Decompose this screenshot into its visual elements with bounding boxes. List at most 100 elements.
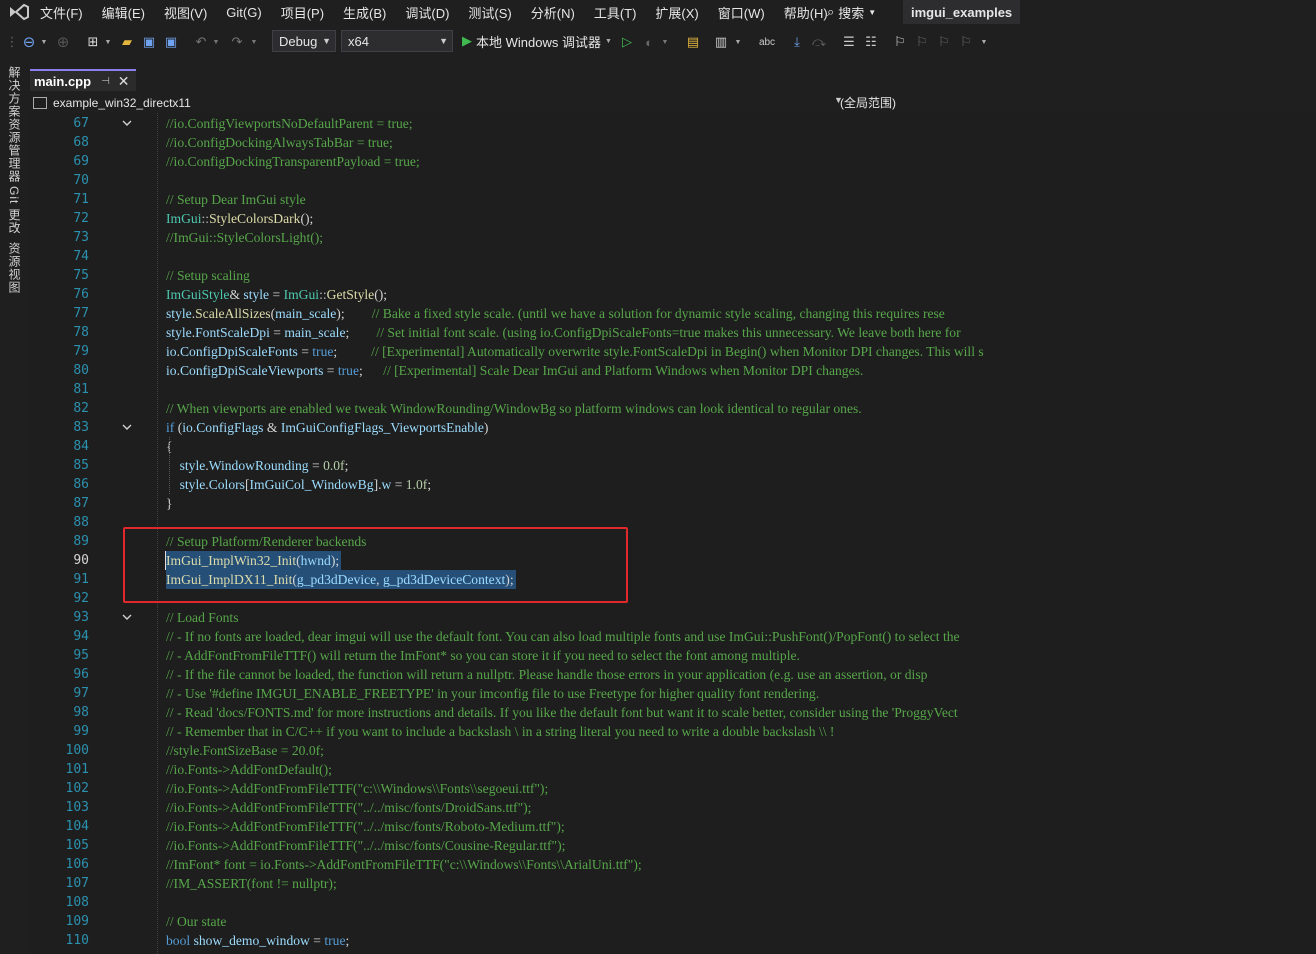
next-bookmark-icon[interactable]: ⚐ [936,33,952,51]
line-number: 101 [65,762,89,777]
document-tab-main-cpp[interactable]: main.cpp ⊣ ✕ [30,69,136,91]
open-folder-icon[interactable]: ▰ [118,33,136,51]
play-icon: ▶ [462,33,472,48]
code-token: ; [427,477,432,492]
code-line: 96 // - If the file cannot be loaded, the… [30,665,1316,684]
code-token: ImGui [283,287,320,302]
fold-chevron-icon[interactable] [122,422,132,432]
browse-folder-icon[interactable]: ▤ [684,33,702,51]
line-number: 68 [73,135,89,150]
start-debugging-label: 本地 Windows 调试器 [476,34,601,50]
code-token: //ImGui::StyleColorsLight(); [166,230,324,245]
code-text: //ImGui::StyleColorsLight(); [166,228,323,247]
visual-studio-logo-icon[interactable] [8,3,30,21]
code-text: //io.ConfigViewportsNoDefaultParent = tr… [166,114,413,133]
code-token: WindowRounding [208,458,309,473]
line-number: 81 [73,382,89,397]
code-token: = [391,477,406,492]
code-token: ); [330,553,340,568]
chevron-down-icon[interactable]: ▼ [40,33,48,51]
save-icon[interactable]: ▣ [140,33,158,51]
project-dropdown-value: example_win32_directx11 [53,95,191,110]
start-without-debugging-icon[interactable]: ▷ [619,33,635,51]
line-number: 89 [73,534,89,549]
menu-item[interactable]: Git(G) [226,5,261,20]
menu-item[interactable]: 工具(T) [594,3,637,22]
code-text: // Our state [166,912,226,931]
fold-chevron-icon[interactable] [122,118,132,128]
code-text: //io.Fonts->AddFontFromFileTTF("c:\\Wind… [166,779,548,798]
code-token: true [337,363,359,378]
line-number: 88 [73,515,89,530]
code-token: // Setup scaling [166,268,250,283]
step-over-icon[interactable]: ⤼ [810,33,828,51]
fold-chevron-icon[interactable] [122,612,132,622]
menu-item[interactable]: 视图(V) [164,3,207,22]
code-text: // - Remember that in C/C++ if you want … [166,722,834,741]
redo-icon[interactable]: ↷ [228,33,246,51]
bookmark-icon[interactable]: ⚐ [892,33,908,51]
line-number: 78 [73,325,89,340]
menu-item[interactable]: 测试(S) [468,3,511,22]
new-project-icon[interactable]: ⊞ [84,33,102,51]
window-layout-icon[interactable]: ▥ [712,33,730,51]
menu-item[interactable]: 生成(B) [343,3,386,22]
line-number: 71 [73,192,89,207]
resource-view-tab[interactable]: 资源视图 [6,242,23,294]
code-token: , [376,572,383,587]
menu-item[interactable]: 扩展(X) [655,3,698,22]
previous-bookmark-icon[interactable]: ⚐ [914,33,930,51]
solution-explorer-tab[interactable]: 解决方案资源管理器 [6,66,23,183]
hot-reload-icon[interactable]: ◐ [641,33,657,51]
code-token: ConfigFlags [196,420,264,435]
code-token: //io.Fonts->AddFontDefault(); [166,762,332,777]
git-changes-tab[interactable]: Git 更改 [6,186,23,235]
code-editor[interactable]: 67 //io.ConfigViewportsNoDefaultParent = … [30,113,1316,954]
configuration-value: Debug [279,33,318,49]
code-token: (); [300,211,314,226]
chevron-down-icon[interactable]: ▼ [734,33,742,51]
save-all-icon[interactable]: ▣ [162,33,180,51]
chevron-down-icon[interactable]: ▼ [980,33,988,51]
chevron-down-icon[interactable]: ▼ [250,33,258,51]
step-into-icon[interactable]: ⤓ [788,33,806,51]
code-text: ImGui::StyleColorsDark(); [166,209,313,228]
code-token: ]. [373,477,382,492]
code-token: 0.0f [323,458,345,473]
search-button[interactable]: ⌕ 搜索 ▼ [827,0,876,24]
code-line: 104 //io.Fonts->AddFontFromFileTTF("../..… [30,817,1316,836]
scope-dropdown[interactable]: (全局范围) [840,94,896,111]
configuration-select[interactable]: Debug ▼ [272,30,336,52]
comment-lines-icon[interactable]: ☰ [840,33,858,51]
platform-value: x64 [348,33,369,49]
line-number: 110 [65,933,89,948]
forward-icon[interactable]: ⊕ [54,33,72,51]
close-icon[interactable]: ✕ [118,73,130,90]
chevron-down-icon[interactable]: ▼ [661,33,669,51]
spell-check-icon[interactable]: abc [758,33,776,51]
pin-icon[interactable]: ⊣ [101,76,110,87]
code-text: //ImFont* font = io.Fonts->AddFontFromFi… [166,855,642,874]
clear-bookmarks-icon[interactable]: ⚐ [958,33,974,51]
project-dropdown[interactable]: example_win32_directx11 [30,94,820,111]
menu-item[interactable]: 项目(P) [281,3,324,22]
chevron-down-icon[interactable]: ▼ [212,33,220,51]
menu-item[interactable]: 分析(N) [531,3,575,22]
code-token: StyleColorsDark [209,211,301,226]
menu-item[interactable]: 调试(D) [405,3,449,22]
menu-item[interactable]: 帮助(H) [784,3,828,22]
back-icon[interactable]: ⊖ [20,33,38,51]
line-number: 102 [65,781,89,796]
code-token: // Bake a fixed style scale. (until we h… [371,306,945,321]
menu-item[interactable]: 文件(F) [40,3,83,22]
platform-select[interactable]: x64 ▼ [341,30,453,52]
start-debugging-button[interactable]: ▶ 本地 Windows 调试器 ▼ [462,30,612,52]
undo-icon[interactable]: ↶ [192,33,210,51]
menu-item[interactable]: 编辑(E) [102,3,145,22]
menu-item[interactable]: 窗口(W) [718,3,765,22]
chevron-down-icon[interactable]: ▼ [104,33,112,51]
code-line: 85 style.WindowRounding = 0.0f; [30,456,1316,475]
code-line: 110 bool show_demo_window = true; [30,931,1316,950]
uncomment-lines-icon[interactable]: ☷ [862,33,880,51]
line-number: 67 [73,116,89,131]
